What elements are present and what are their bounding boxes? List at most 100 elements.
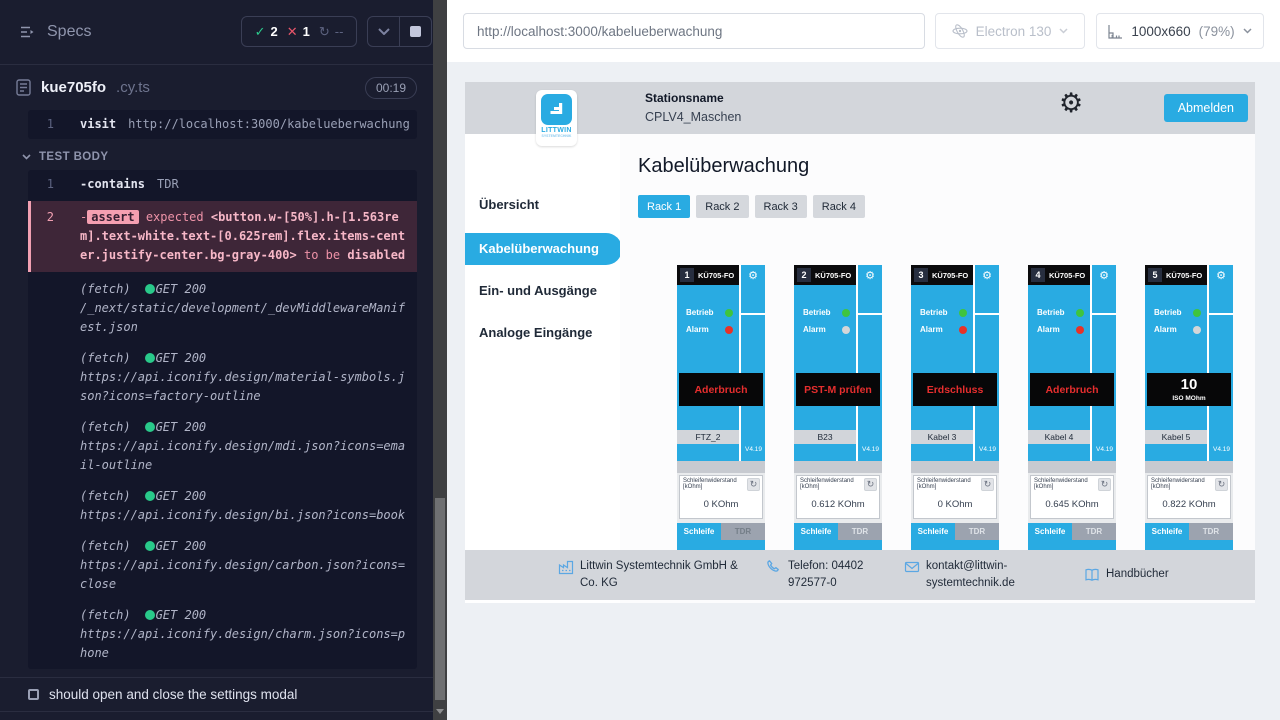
alarm-status-display: PST-M prüfen [796,373,880,406]
browser-select[interactable]: Electron 130 [935,13,1085,49]
cable-label: B23 [794,430,856,444]
stat-pending: ↻-- [319,24,344,40]
sidebar-item-analoge-eingaenge[interactable]: Analoge Eingänge [465,323,620,343]
reporter-scrollbar[interactable] [433,0,447,720]
fetch-log-row[interactable]: (fetch)GET 200/_next/static/development/… [28,274,417,343]
fetch-log-row[interactable]: (fetch)GET 200https://api.iconify.design… [28,412,417,481]
x-icon: ✕ [287,24,298,40]
littwin-logo: LITTWIN SYSTEMTECHNIK [536,90,577,146]
card-number: 1 [680,268,694,282]
viewport-size-select[interactable]: 1000x660 (79%) [1096,13,1264,49]
alarm-led [1193,326,1201,334]
card-gear-icon[interactable]: ⚙ [975,265,999,285]
card-title: KÜ705-FO [698,271,734,280]
betrieb-led [959,309,967,317]
divider [911,461,999,473]
contains-command-row[interactable]: 1 -containsTDR [28,170,417,199]
schleife-button[interactable]: Schleife [1145,523,1189,540]
footer-phone[interactable]: Telefon: 04402 972577-0 [766,558,900,593]
fetch-log-row[interactable]: (fetch)GET 200https://api.iconify.design… [28,481,417,531]
failed-assert-row[interactable]: 2 -assert expected <button.w-[50%].h-[1.… [28,201,417,272]
tdr-button[interactable]: TDR [1189,523,1233,540]
littwin-logo-icon [541,94,572,125]
footer-company: Littwin Systemtechnik GmbH & Co. KG [558,558,742,593]
stop-icon [410,26,421,37]
test-body-section[interactable]: TEST BODY [22,151,433,163]
sidebar-item-ein-und-ausgaenge[interactable]: Ein- und Ausgänge [465,281,620,301]
status-ok-dot [145,353,155,363]
tdr-button[interactable]: TDR [721,523,765,540]
card-gear-icon[interactable]: ⚙ [858,265,882,285]
tab-rack-1[interactable]: Rack 1 [638,195,690,218]
card-number: 2 [797,268,811,282]
sidebar-item-uebersicht[interactable]: Übersicht [465,195,620,215]
refresh-icon[interactable]: ↻ [1098,478,1111,491]
scrollbar-thumb[interactable] [435,498,445,700]
refresh-icon[interactable]: ↻ [864,478,877,491]
settings-gear-icon[interactable]: ⚙ [1059,90,1083,117]
fetch-url: https://api.iconify.design/carbon.json?i… [80,558,405,591]
fetch-url: https://api.iconify.design/material-symb… [80,370,405,403]
specs-label: Specs [47,23,91,41]
schleife-button[interactable]: Schleife [911,523,955,540]
sidebar-item-kabelueberwachung[interactable]: Kabelüberwachung [465,233,622,265]
tdr-button[interactable]: TDR [838,523,882,540]
footer-manuals[interactable]: Handbücher [1084,566,1169,583]
url-bar[interactable]: http://localhost:3000/kabelueberwachung [463,13,925,49]
schleife-button[interactable]: Schleife [1028,523,1072,540]
cable-label: Kabel 5 [1145,430,1207,444]
app-content: Kabelüberwachung Rack 1 Rack 2 Rack 3 Ra… [620,134,1255,603]
tdr-button[interactable]: TDR [1072,523,1116,540]
iso-value-display: 10ISO MOhm [1147,373,1231,406]
reporter-controls [367,16,432,47]
visit-command-row[interactable]: 1 visithttp://localhost:3000/kabelueberw… [28,110,417,139]
refresh-icon[interactable]: ↻ [747,478,760,491]
fetch-url: /_next/static/development/_devMiddleware… [80,301,405,334]
fetch-log-row[interactable]: (fetch)GET 200https://api.iconify.design… [28,531,417,600]
specs-button[interactable]: Specs [20,23,91,41]
loop-resistance-value: 0 KOhm [914,499,996,510]
fetch-log-row[interactable]: (fetch)GET 200https://api.iconify.design… [28,600,417,669]
card-gear-icon[interactable]: ⚙ [1209,265,1233,285]
refresh-icon[interactable]: ↻ [981,478,994,491]
rack-tabs: Rack 1 Rack 2 Rack 3 Rack 4 [638,195,865,218]
tab-rack-2[interactable]: Rack 2 [696,195,748,218]
chevron-down-icon [22,154,31,160]
app-header: LITTWIN SYSTEMTECHNIK Stationsname CPLV4… [465,82,1255,134]
chevron-down-icon [378,28,390,35]
scrollbar-down-arrow[interactable] [433,702,447,720]
cable-label: FTZ_2 [677,430,739,444]
card-gear-icon[interactable]: ⚙ [1092,265,1116,285]
card-title: KÜ705-FO [815,271,851,280]
stop-button[interactable] [399,17,431,46]
spec-file-icon [16,79,31,96]
logout-button[interactable]: Abmelden [1164,94,1248,122]
divider [794,461,882,473]
cable-label: Kabel 4 [1028,430,1090,444]
fetch-log-row[interactable]: (fetch)GET 200https://api.iconify.design… [28,343,417,412]
card-gear-icon[interactable]: ⚙ [741,265,765,285]
next-test-row[interactable]: should open and close the settings modal [0,677,433,712]
card-number: 4 [1031,268,1045,282]
betrieb-led [1193,309,1201,317]
logo-title: LITTWIN [536,127,577,134]
collapse-button[interactable] [368,17,399,46]
schleife-button[interactable]: Schleife [794,523,838,540]
tab-rack-4[interactable]: Rack 4 [813,195,865,218]
tab-rack-3[interactable]: Rack 3 [755,195,807,218]
panel-divider [741,313,765,315]
cypress-reporter-panel: Specs ✓2 ✕1 ↻-- kue705fo.cy.ts 00:19 1 v… [0,0,433,720]
schleife-button[interactable]: Schleife [677,523,721,540]
visit-url: http://localhost:3000/kabelueberwachung [128,117,410,131]
loop-resistance-box: Schleifenwiderstand [kOhm]↻0.645 KOhm [1030,475,1114,519]
aut-stage: http://localhost:3000/kabelueberwachung … [447,0,1280,720]
loop-resistance-value: 0 KOhm [680,499,762,510]
refresh-icon[interactable]: ↻ [1215,478,1228,491]
footer-email[interactable]: kontakt@littwin-systemtechnik.de [904,558,1046,593]
test-stats[interactable]: ✓2 ✕1 ↻-- [241,16,357,47]
assert-expected: expected [146,210,204,224]
betrieb-led [725,309,733,317]
spec-file-row[interactable]: kue705fo.cy.ts 00:19 [0,65,433,110]
divider [1028,461,1116,473]
tdr-button[interactable]: TDR [955,523,999,540]
